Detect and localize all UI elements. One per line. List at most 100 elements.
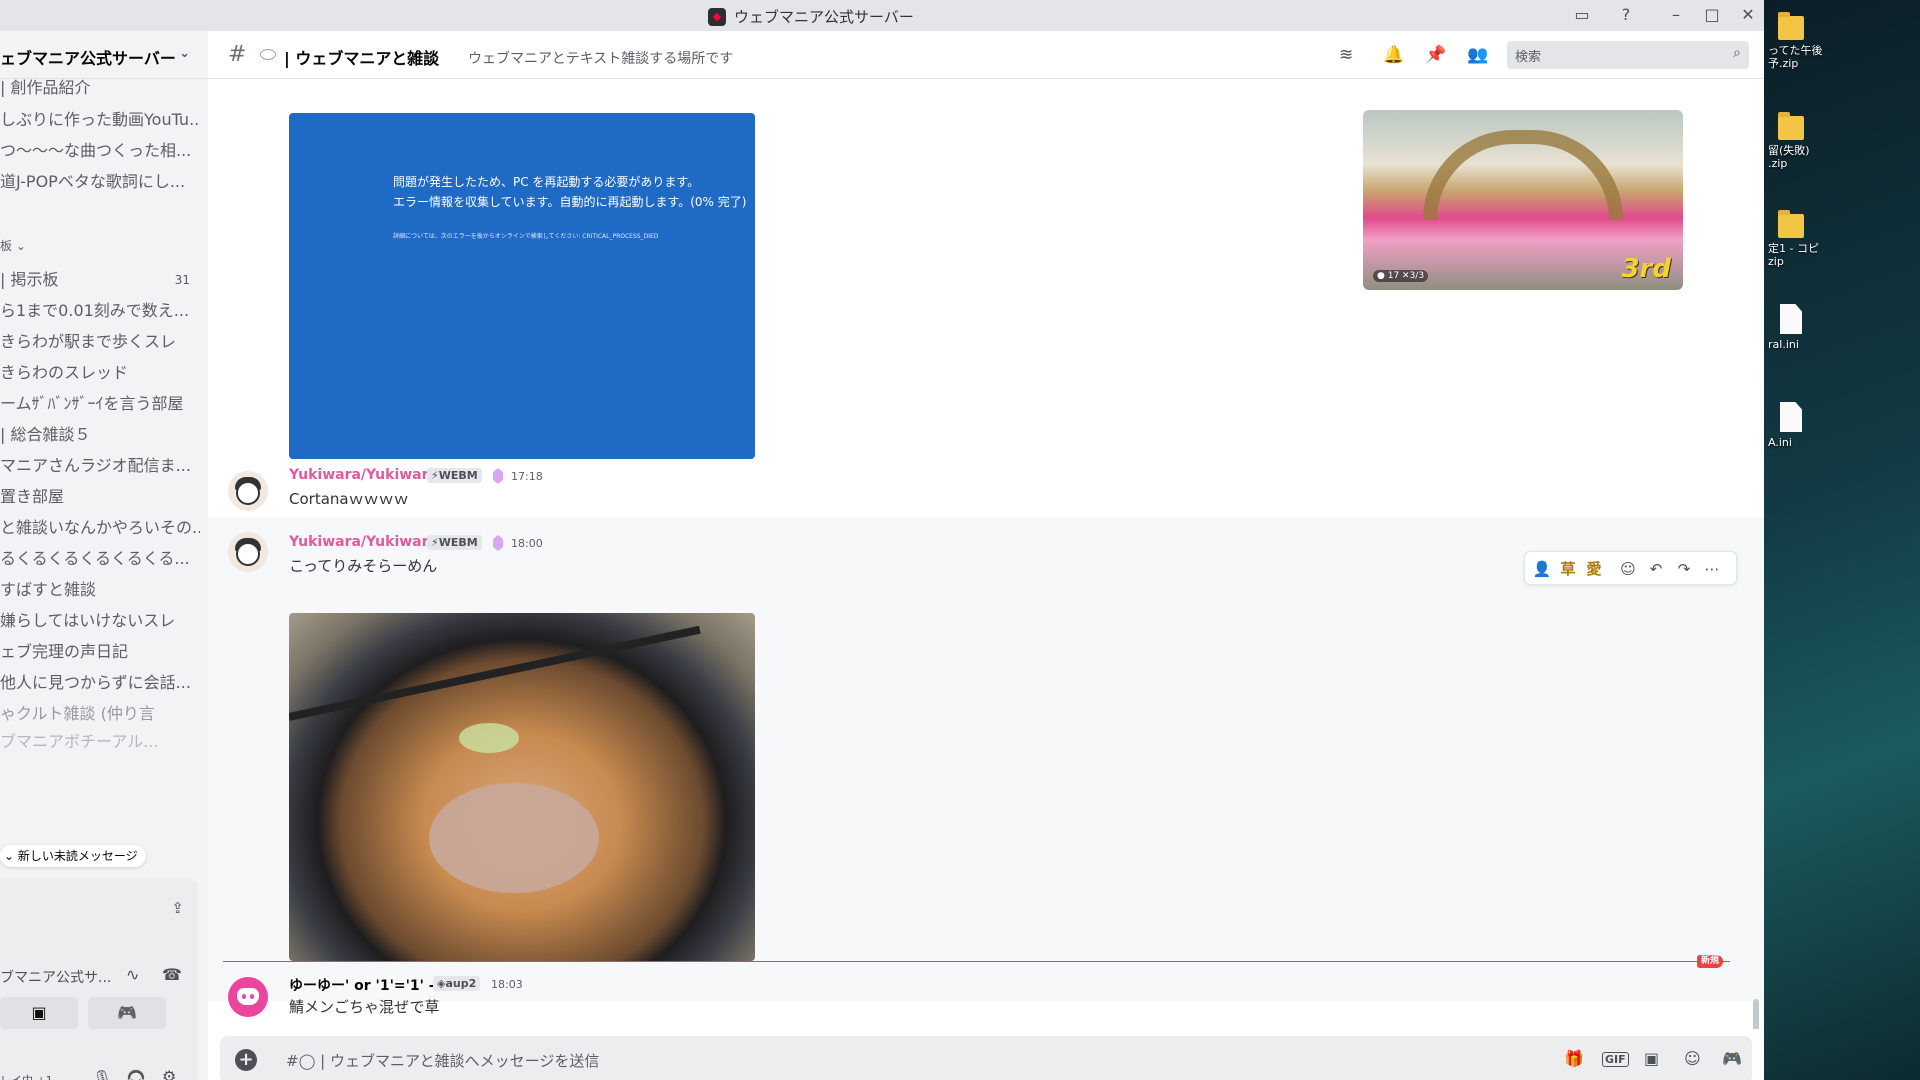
emoji-icon[interactable]: ☺ bbox=[1684, 1049, 1701, 1068]
avatar[interactable] bbox=[228, 977, 268, 1017]
help-icon[interactable]: ? bbox=[1614, 4, 1638, 26]
avatar[interactable] bbox=[228, 532, 268, 572]
message-username[interactable]: Yukiwara/Yukiwara bbox=[289, 534, 438, 550]
channel-item[interactable]: | 創作品紹介 bbox=[0, 79, 200, 105]
thread-item[interactable]: るくるくるくるくるくる... bbox=[0, 542, 200, 576]
desktop-icon-zip-3[interactable]: 定1 - コピ zip bbox=[1768, 210, 1858, 268]
message-text: こってりみそらーめん bbox=[289, 557, 438, 575]
thread-item[interactable]: 他人に見つからずに会話... bbox=[0, 666, 200, 700]
thread-item[interactable]: すばすと雑談 bbox=[0, 573, 200, 607]
disconnect-icon[interactable]: ☎ bbox=[162, 965, 182, 984]
message-username[interactable]: Yukiwara/Yukiwara bbox=[289, 467, 438, 483]
channel-label: つ～～～な曲つくった相... bbox=[0, 141, 192, 160]
thread-item[interactable]: ームｻﾞﾊﾞﾝｻﾞｰｲを言う部屋 bbox=[0, 387, 200, 421]
channel-label: | 創作品紹介 bbox=[0, 79, 91, 97]
member-list-icon[interactable]: 👥 bbox=[1467, 45, 1488, 65]
forward-icon[interactable]: ↷ bbox=[1673, 558, 1695, 580]
bell-icon[interactable]: 🔔 bbox=[1383, 45, 1404, 65]
channel-name: | ウェブマニアと雑談 bbox=[284, 49, 440, 68]
activity-button[interactable]: 🎮 bbox=[88, 997, 166, 1029]
threads-icon[interactable]: ≋ bbox=[1339, 45, 1353, 65]
thread-item[interactable]: ェブ完理の声日記 bbox=[0, 635, 200, 669]
thread-item[interactable]: | 総合雑談５ bbox=[0, 418, 200, 452]
discord-window: ◆ ウェブマニア公式サーバー ▭ ? – □ ✕ ェブマニア公式サーバー ⌄ |… bbox=[0, 0, 1764, 1080]
settings-gear-icon[interactable]: ⚙ bbox=[162, 1067, 176, 1080]
bsod-line: 問題が発生したため、PC を再起動する必要があります。 bbox=[393, 175, 700, 189]
upload-plus-button[interactable]: + bbox=[235, 1049, 257, 1071]
person-reaction-icon[interactable]: 👤 bbox=[1531, 558, 1553, 580]
thread-item[interactable]: ら1まで0.01刻みで数え... bbox=[0, 294, 200, 328]
desktop-icon-ini-2[interactable]: A.ini bbox=[1768, 402, 1858, 449]
sticker-icon[interactable]: ▣ bbox=[1644, 1049, 1659, 1068]
channel-label: | 掲示板 bbox=[0, 270, 59, 289]
desktop-icon-zip-1[interactable]: ってた午後 予.zip bbox=[1768, 12, 1858, 70]
channel-item[interactable]: 道J-POPベタな歌詞にし... bbox=[0, 165, 200, 199]
folder-icon bbox=[1778, 112, 1804, 140]
channel-item[interactable]: しぶりに作った動画YouTu... bbox=[0, 103, 200, 137]
image-attachment-ramen[interactable] bbox=[289, 613, 755, 961]
thread-label: ェブ完理の声日記 bbox=[0, 642, 129, 661]
pin-icon[interactable]: 📌 bbox=[1425, 45, 1446, 65]
message-composer[interactable]: + #◯ | ウェブマニアと雑談へメッセージを送信 🎁 GIF ▣ ☺ 🎮 bbox=[220, 1036, 1752, 1080]
user-status: レイ中 +1 bbox=[0, 1072, 53, 1080]
reaction-ai[interactable]: 愛 bbox=[1583, 558, 1605, 580]
thread-item[interactable]: ブマニアボチーアル... bbox=[0, 725, 200, 759]
new-unread-pill[interactable]: ⌄ 新しい未読メッセージ bbox=[0, 845, 146, 867]
crystal-badge-icon bbox=[493, 535, 503, 551]
desktop-icon-label: A.ini bbox=[1768, 436, 1792, 449]
more-options-icon[interactable]: ⋯ bbox=[1701, 558, 1723, 580]
message-username[interactable]: ゆーゆー' or '1'='1' -- bbox=[289, 975, 440, 995]
thread-label: ゃクルト雑談 (仲り言 bbox=[0, 704, 155, 723]
gif-button[interactable]: GIF bbox=[1602, 1052, 1629, 1067]
desktop-icon-zip-2[interactable]: 留(失敗) .zip bbox=[1768, 112, 1858, 170]
inbox-icon[interactable]: ▭ bbox=[1570, 4, 1594, 26]
thread-label: るくるくるくるくるくる... bbox=[0, 549, 190, 568]
channel-label: 道J-POPベタな歌詞にし... bbox=[0, 172, 186, 191]
desktop-icon-ini-1[interactable]: ral.ini bbox=[1768, 304, 1858, 351]
desktop-icon-label: 定1 - コピ zip bbox=[1768, 242, 1819, 268]
message-timestamp: 17:18 bbox=[511, 470, 543, 483]
reaction-kusa[interactable]: 草 bbox=[1557, 558, 1579, 580]
channel-list: | 創作品紹介 しぶりに作った動画YouTu... つ～～～な曲つくった相...… bbox=[0, 79, 208, 839]
game-hud: ● 17 ✕3/3 bbox=[1373, 270, 1429, 282]
image-attachment-game[interactable]: ● 17 ✕3/3 3rd bbox=[1363, 110, 1683, 290]
thread-item[interactable]: マニアさんラジオ配信ま... bbox=[0, 449, 200, 483]
message-input-placeholder[interactable]: #◯ | ウェブマニアと雑談へメッセージを送信 bbox=[286, 1050, 599, 1071]
server-header[interactable]: ェブマニア公式サーバー ⌄ bbox=[0, 31, 208, 79]
screen-share-button[interactable]: ▣ bbox=[0, 997, 78, 1029]
reply-icon[interactable]: ↶ bbox=[1645, 558, 1667, 580]
thread-label: 嫌らしてはいけないスレ bbox=[0, 611, 176, 630]
green-onion bbox=[459, 723, 519, 753]
thread-item[interactable]: と雑談いなんかやろいその... bbox=[0, 511, 200, 545]
window-title-text: ウェブマニア公式サーバー bbox=[734, 8, 914, 26]
voice-server-name: ブマニア公式サ... bbox=[0, 970, 112, 986]
microphone-icon[interactable]: 🎙 bbox=[92, 1069, 112, 1080]
close-button[interactable]: ✕ bbox=[1736, 4, 1760, 26]
search-input[interactable]: 検索 ⌕ bbox=[1507, 41, 1749, 69]
add-reaction-icon[interactable]: ☺ bbox=[1617, 558, 1639, 580]
message-item: ゆーゆー' or '1'='1' -- ◈aup2 18:03 鯖メンごちゃ混ぜ… bbox=[208, 971, 1764, 1027]
bsod-line: 詳細については、次のエラーを後からオンラインで検索してください: CRITICA… bbox=[393, 233, 659, 240]
minimize-button[interactable]: – bbox=[1664, 4, 1688, 26]
image-attachment-bsod[interactable]: 問題が発生したため、PC を再起動する必要があります。 エラー情報を収集していま… bbox=[289, 113, 755, 459]
activities-icon[interactable]: 🎮 bbox=[1722, 1049, 1742, 1068]
forum-channel-main[interactable]: | 掲示板 31 bbox=[0, 263, 200, 297]
headphones-icon[interactable]: 🎧 bbox=[126, 1069, 146, 1080]
channel-item[interactable]: つ～～～な曲つくった相... bbox=[0, 134, 200, 168]
avatar[interactable] bbox=[228, 471, 268, 511]
file-icon bbox=[1780, 304, 1802, 334]
thread-label: ームｻﾞﾊﾞﾝｻﾞｰｲを言う部屋 bbox=[0, 394, 184, 413]
gift-icon[interactable]: 🎁 bbox=[1564, 1049, 1584, 1068]
category-header[interactable]: 板 ⌄ bbox=[0, 236, 200, 256]
thread-item[interactable]: 嫌らしてはいけないスレ bbox=[0, 604, 200, 638]
thread-item[interactable]: 置き部屋 bbox=[0, 480, 200, 514]
noise-suppression-icon[interactable]: ∿ bbox=[126, 965, 139, 984]
channel-topic[interactable]: ウェブマニアとテキスト雑談する場所です bbox=[468, 48, 733, 68]
chat-area: # | ウェブマニアと雑談 ウェブマニアとテキスト雑談する場所です ≋ 🔔 📌 … bbox=[208, 31, 1764, 1080]
scrollbar-thumb[interactable] bbox=[1753, 999, 1759, 1029]
thread-item[interactable]: きらわのスレッド bbox=[0, 356, 200, 390]
message-list: 問題が発生したため、PC を再起動する必要があります。 エラー情報を収集していま… bbox=[208, 79, 1764, 1029]
screen-share-icon[interactable]: ⇪ bbox=[171, 899, 184, 917]
thread-item[interactable]: きらわが駅まで歩くスレ bbox=[0, 325, 200, 359]
maximize-button[interactable]: □ bbox=[1700, 4, 1724, 26]
